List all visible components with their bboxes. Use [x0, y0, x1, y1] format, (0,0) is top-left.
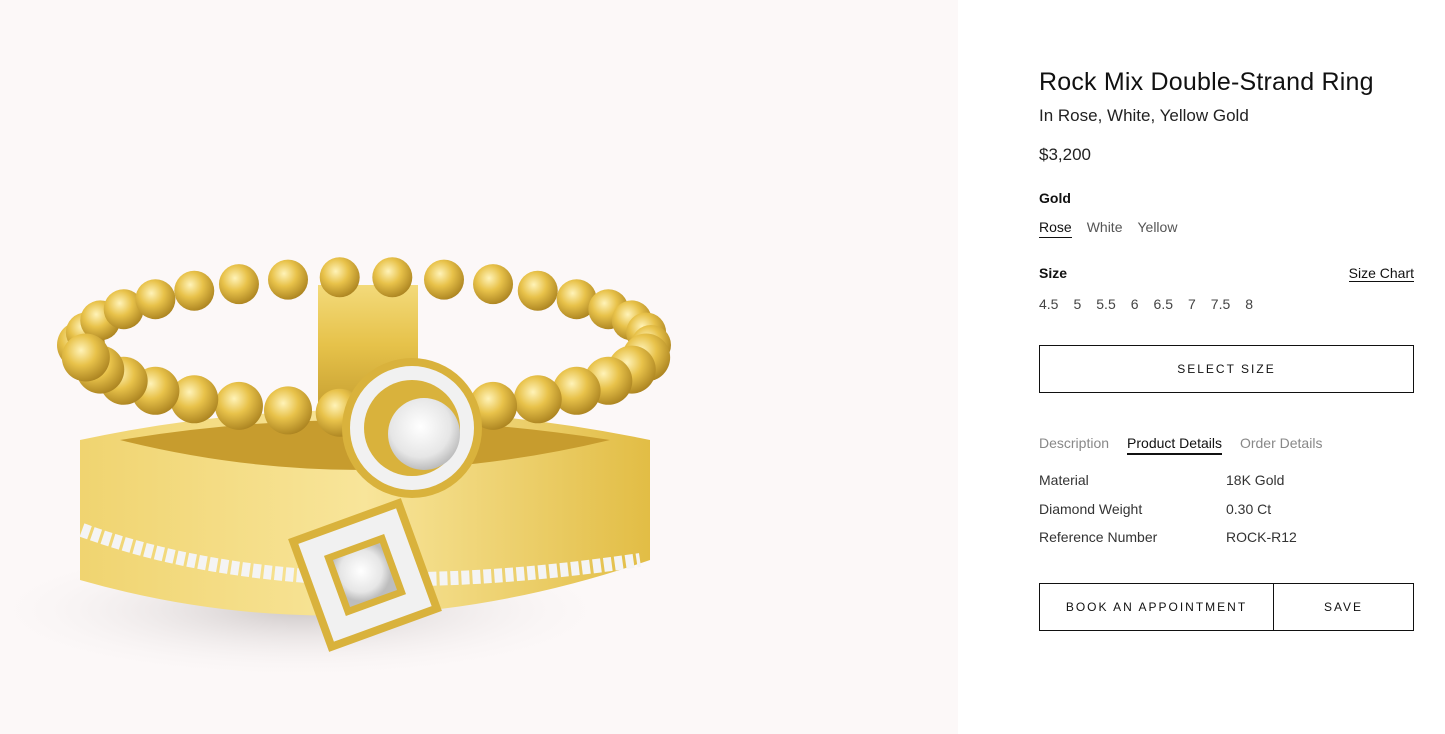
select-size-button[interactable]: SELECT SIZE	[1039, 345, 1414, 393]
detail-row: Reference Number ROCK-R12	[1039, 529, 1414, 558]
product-title: Rock Mix Double-Strand Ring	[1039, 68, 1374, 96]
tab-order-details[interactable]: Order Details	[1240, 435, 1322, 455]
size-chart-link[interactable]: Size Chart	[1348, 265, 1414, 282]
book-appointment-button[interactable]: BOOK AN APPOINTMENT	[1039, 583, 1274, 631]
gold-label: Gold	[1039, 190, 1071, 206]
detail-key: Material	[1039, 472, 1089, 488]
detail-row: Material 18K Gold	[1039, 472, 1414, 501]
size-option[interactable]: 8	[1245, 296, 1253, 312]
action-buttons: BOOK AN APPOINTMENT SAVE	[1039, 583, 1414, 631]
size-option[interactable]: 5	[1073, 296, 1081, 312]
ring-product-image	[0, 257, 671, 680]
detail-key: Diamond Weight	[1039, 500, 1143, 517]
size-option[interactable]: 6	[1131, 296, 1139, 312]
product-image-gallery[interactable]	[0, 0, 958, 734]
gold-option-white[interactable]: White	[1087, 219, 1123, 238]
details-tabs: Description Product Details Order Detail…	[1039, 435, 1322, 455]
save-button[interactable]: SAVE	[1273, 583, 1414, 631]
detail-value: 0.30 Ct	[1226, 500, 1272, 517]
size-option[interactable]: 7	[1188, 296, 1196, 312]
product-details-table: Material 18K Gold Diamond Weight 0.30 Ct…	[1039, 472, 1414, 558]
size-option[interactable]: 7.5	[1211, 296, 1230, 312]
size-options: 4.5 5 5.5 6 6.5 7 7.5 8	[1039, 296, 1253, 312]
product-subtitle: In Rose, White, Yellow Gold	[1039, 106, 1249, 125]
tab-product-details[interactable]: Product Details	[1127, 435, 1222, 455]
detail-value: ROCK-R12	[1226, 529, 1297, 545]
size-option[interactable]: 6.5	[1154, 296, 1173, 312]
size-label: Size	[1039, 265, 1068, 281]
gold-options: Rose White Yellow	[1039, 219, 1177, 238]
gold-option-yellow[interactable]: Yellow	[1137, 219, 1177, 238]
size-option[interactable]: 5.5	[1096, 296, 1115, 312]
size-option[interactable]: 4.5	[1039, 296, 1058, 312]
detail-value: 18K Gold	[1226, 472, 1285, 488]
tab-description[interactable]: Description	[1039, 435, 1109, 455]
gold-option-rose[interactable]: Rose	[1039, 219, 1072, 238]
product-price: $3,200	[1039, 145, 1091, 164]
detail-row: Diamond Weight 0.30 Ct	[1039, 501, 1414, 530]
detail-key: Reference Number	[1039, 529, 1158, 545]
